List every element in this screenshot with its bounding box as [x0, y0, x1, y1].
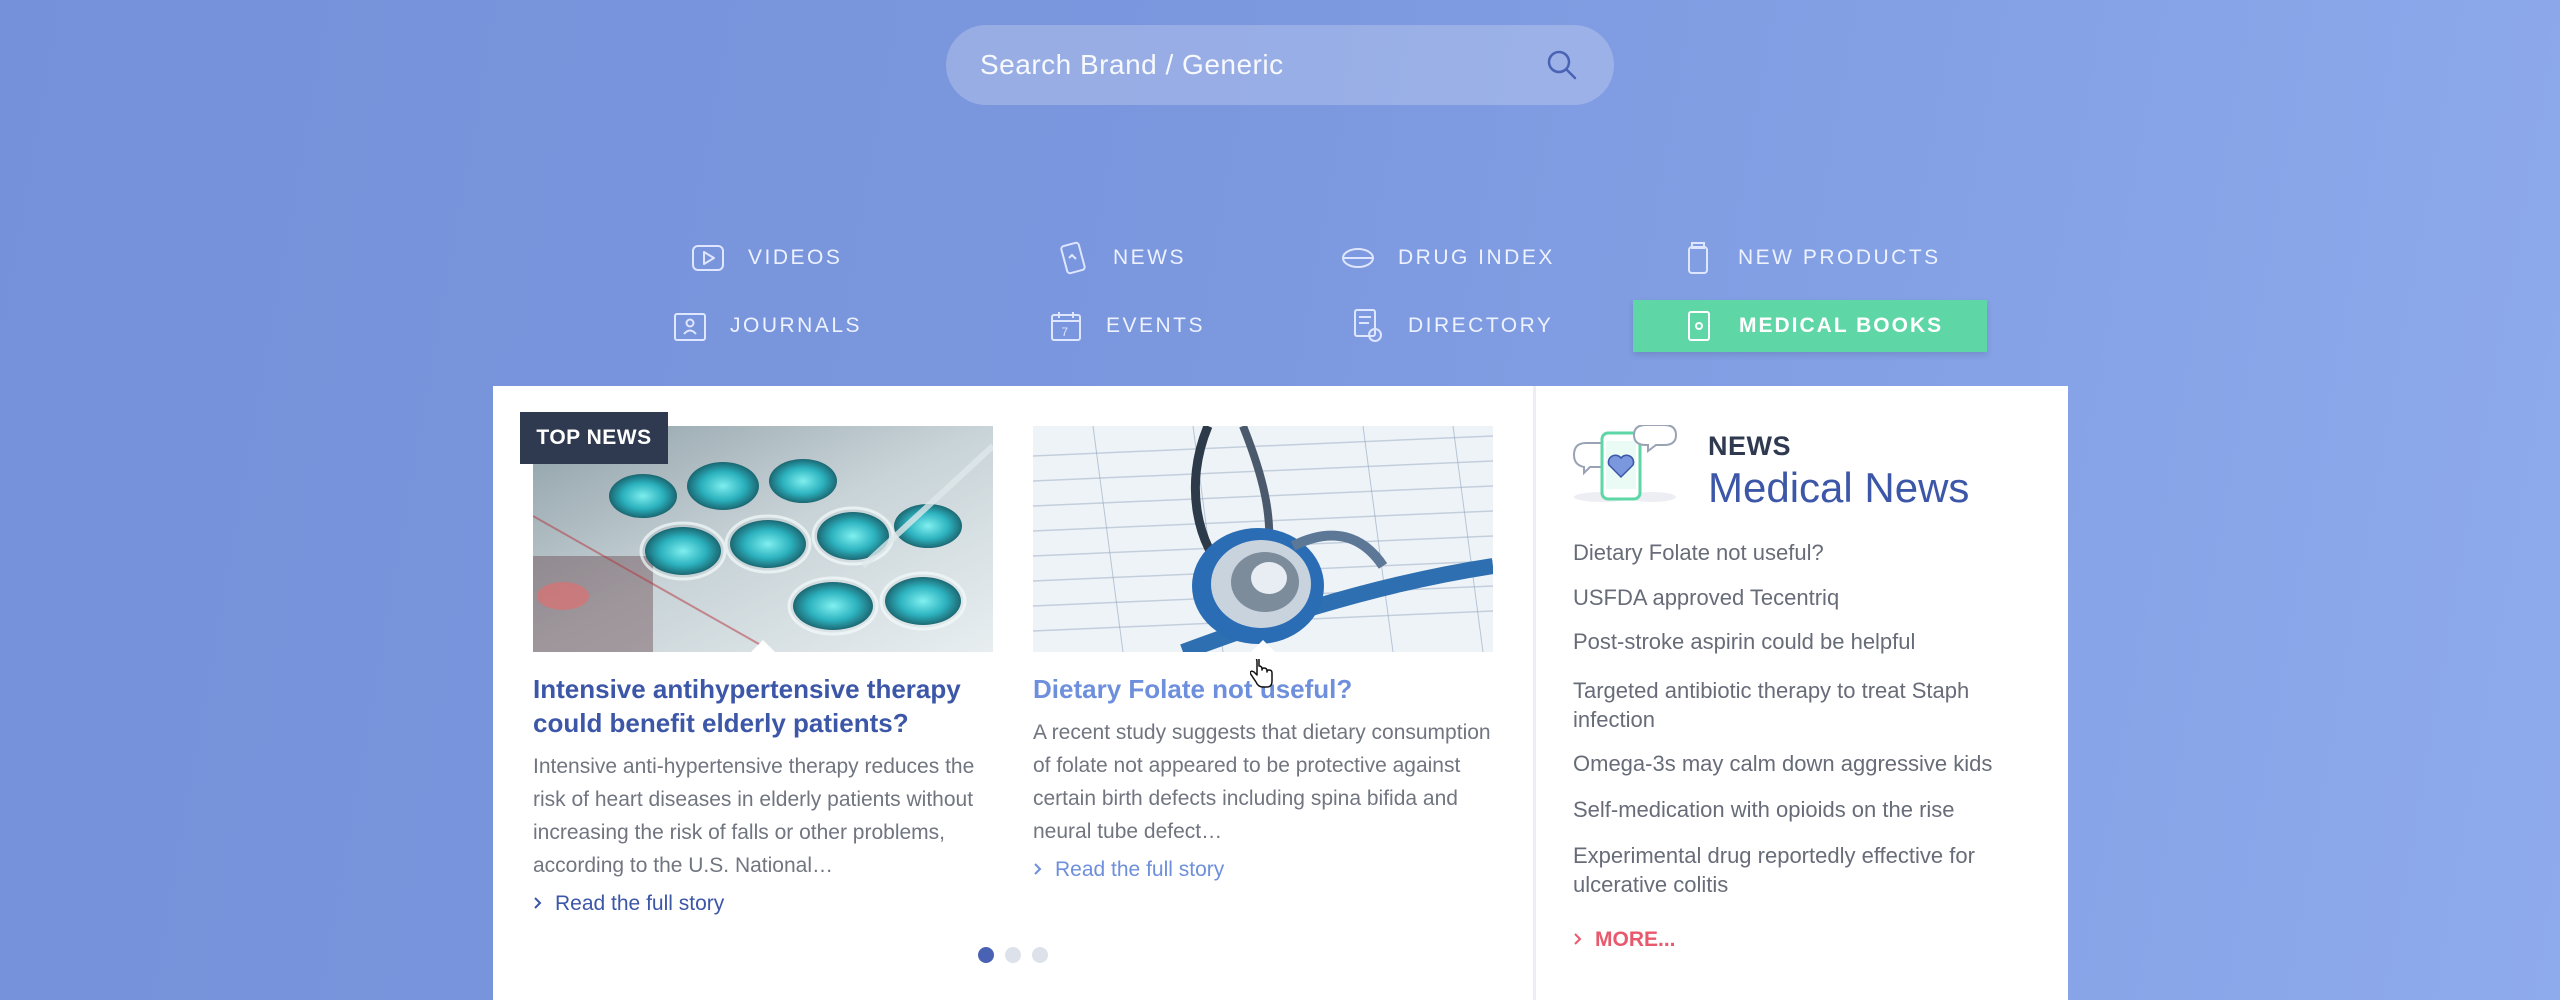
- search-input[interactable]: [980, 49, 1544, 81]
- directory-icon: [1350, 308, 1386, 344]
- nav-drug-index[interactable]: DRUG INDEX: [1340, 240, 1555, 276]
- calendar-icon: 7: [1048, 308, 1084, 344]
- read-more-label: Read the full story: [555, 892, 725, 915]
- carousel-dot-3[interactable]: [1032, 947, 1048, 963]
- nav-events-label: EVENTS: [1106, 314, 1206, 337]
- carousel-dots: [978, 947, 1048, 963]
- medical-book-icon: [1681, 308, 1717, 344]
- nav-directory-label: DIRECTORY: [1408, 314, 1554, 337]
- more-label: MORE...: [1595, 928, 1676, 951]
- list-item[interactable]: Dietary Folate not useful?: [1573, 538, 2043, 567]
- list-item[interactable]: Self-medication with opioids on the rise: [1573, 795, 2043, 824]
- list-item[interactable]: Post-stroke aspirin could be helpful: [1573, 627, 2043, 656]
- news-phone-icon: [1055, 240, 1091, 276]
- nav-drug-index-label: DRUG INDEX: [1398, 246, 1555, 269]
- image-notch: [750, 640, 776, 652]
- medical-news-list: Dietary Folate not useful? USFDA approve…: [1573, 538, 2043, 899]
- journal-icon: [672, 308, 708, 344]
- medical-news-title: Medical News: [1708, 464, 1970, 511]
- mobile-health-chat-icon: [1572, 424, 1682, 512]
- calendar-icon-day: 7: [1061, 325, 1070, 339]
- top-news-badge: TOP NEWS: [520, 412, 668, 464]
- news-card-title[interactable]: Intensive antihypertensive therapy could…: [533, 672, 993, 740]
- nav-journals-label: JOURNALS: [730, 314, 863, 337]
- read-more-label: Read the full story: [1055, 858, 1225, 881]
- product-bottle-icon: [1680, 240, 1716, 276]
- read-more-link[interactable]: Read the full story: [533, 892, 993, 916]
- search-bar[interactable]: [946, 25, 1614, 105]
- news-card[interactable]: Intensive antihypertensive therapy could…: [533, 426, 993, 916]
- nav-medical-books[interactable]: MEDICAL BOOKS: [1633, 300, 1988, 352]
- nav-videos[interactable]: VIDEOS: [690, 240, 842, 276]
- medical-news-kicker: NEWS: [1708, 431, 1791, 461]
- nav-news-label: NEWS: [1113, 246, 1186, 269]
- nav-events[interactable]: 7 EVENTS: [1048, 308, 1205, 344]
- nav-news[interactable]: NEWS: [1055, 240, 1186, 276]
- list-item[interactable]: Targeted antibiotic therapy to treat Sta…: [1573, 676, 2043, 734]
- read-more-link[interactable]: Read the full story: [1033, 858, 1493, 882]
- list-item[interactable]: Experimental drug reportedly effective f…: [1573, 841, 2043, 899]
- nav-medical-books-label: MEDICAL BOOKS: [1739, 314, 1944, 337]
- news-card-excerpt: Intensive anti-hypertensive therapy redu…: [533, 755, 975, 877]
- nav-videos-label: VIDEOS: [748, 246, 843, 269]
- nav-journals[interactable]: JOURNALS: [672, 308, 862, 344]
- nav-new-products-label: NEW PRODUCTS: [1738, 246, 1941, 269]
- carousel-dot-2[interactable]: [1005, 947, 1021, 963]
- chevron-right-icon: [1033, 858, 1043, 882]
- nav-directory[interactable]: DIRECTORY: [1350, 308, 1553, 344]
- video-play-icon: [690, 240, 726, 276]
- nav-new-products[interactable]: NEW PRODUCTS: [1680, 240, 1941, 276]
- chevron-right-icon: [533, 892, 543, 916]
- medical-news-header: NEWS Medical News: [1572, 424, 1970, 512]
- stethoscope-image[interactable]: [1033, 426, 1493, 652]
- news-card-excerpt: A recent study suggests that dietary con…: [1033, 721, 1491, 843]
- news-card[interactable]: Dietary Folate not useful? A recent stud…: [1033, 426, 1493, 882]
- carousel-dot-1[interactable]: [978, 947, 994, 963]
- hand-cursor-icon: [1249, 656, 1274, 694]
- more-link[interactable]: MORE...: [1573, 928, 1676, 952]
- image-notch: [1250, 640, 1276, 652]
- list-item[interactable]: Omega-3s may calm down aggressive kids: [1573, 749, 2043, 778]
- pill-icon: [1340, 240, 1376, 276]
- chevron-right-icon: [1573, 928, 1583, 952]
- search-icon[interactable]: [1544, 47, 1580, 83]
- list-item[interactable]: USFDA approved Tecentriq: [1573, 583, 2043, 612]
